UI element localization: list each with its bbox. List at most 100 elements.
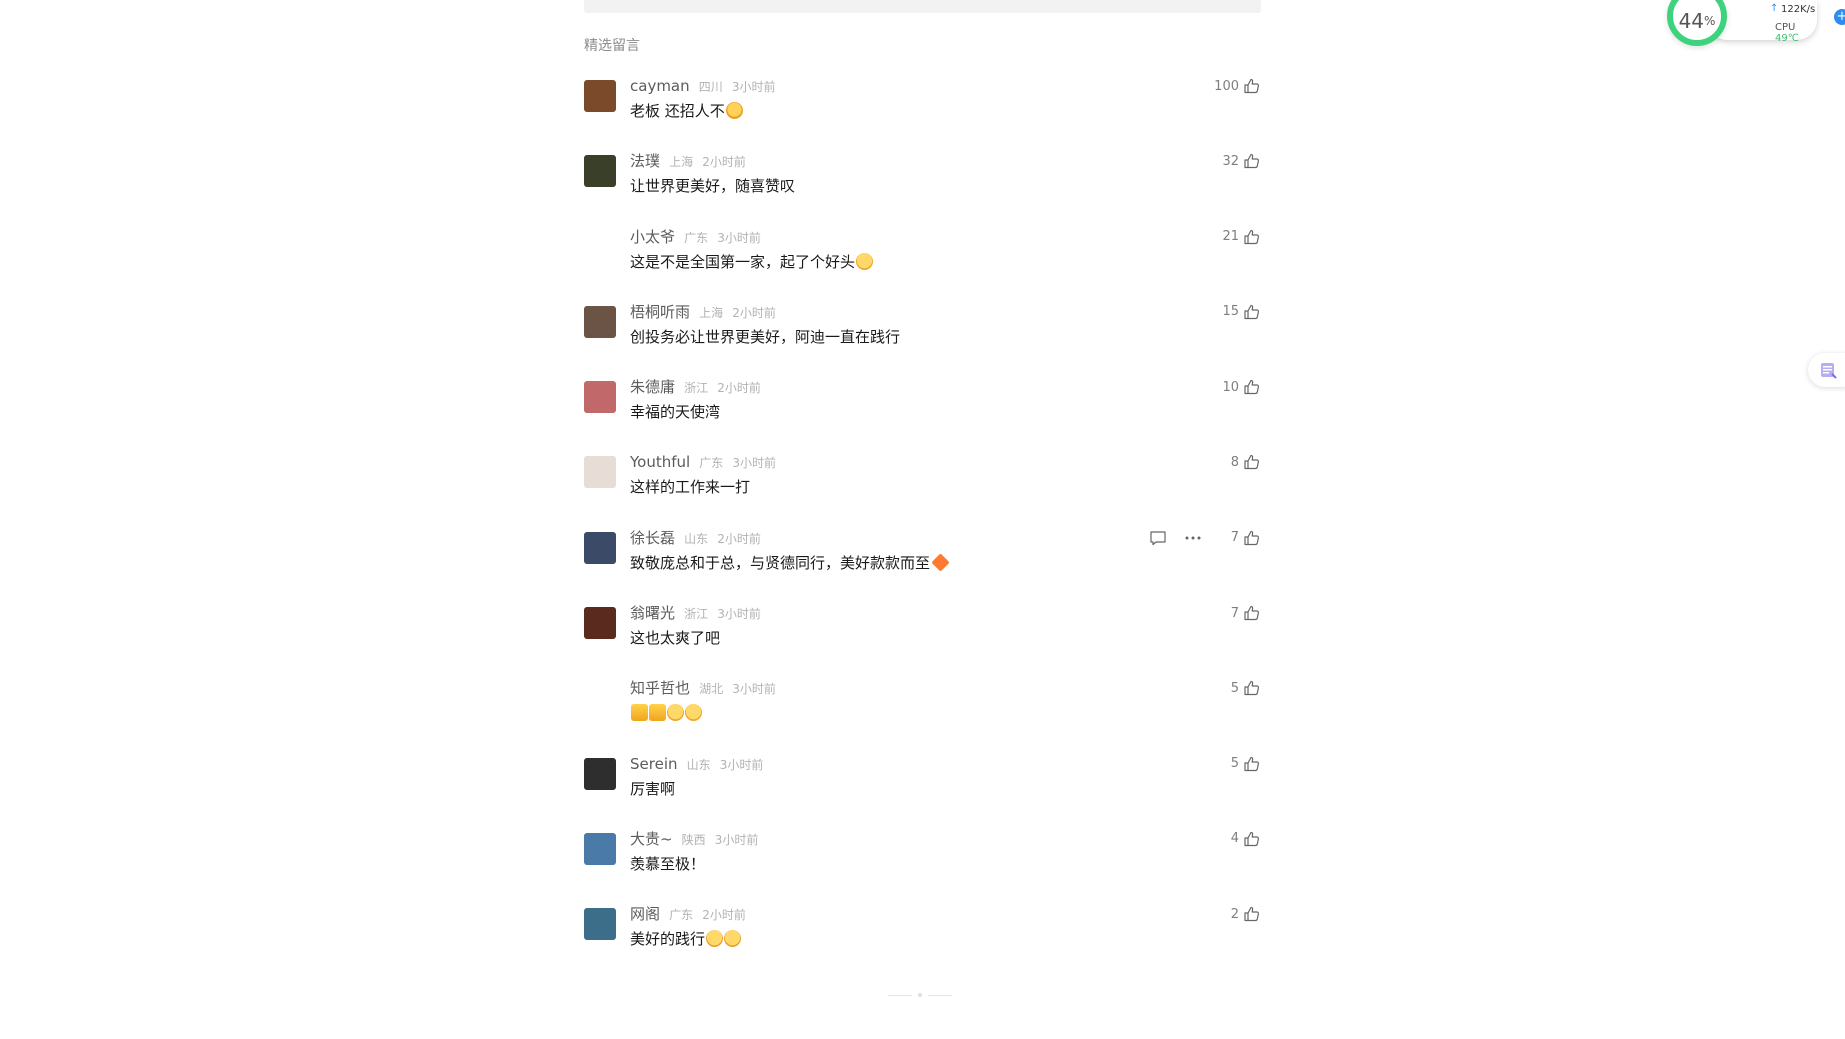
avatar[interactable] xyxy=(584,832,616,865)
avatar[interactable] xyxy=(584,305,616,338)
thumbs-up-icon xyxy=(1244,229,1260,244)
smile-emoji-icon xyxy=(667,704,684,722)
thumbs-up-emoji-icon xyxy=(631,704,648,722)
comment-item: Serein 山东 3小时前 厉害啊 5 xyxy=(584,754,1261,829)
like-button[interactable]: 32 xyxy=(1222,151,1261,171)
comment-nickname[interactable]: 朱德庸 xyxy=(630,378,675,396)
cpu-readout: CPU 49℃ xyxy=(1775,22,1817,44)
loading-indicator xyxy=(888,993,952,997)
comment-region: 上海 xyxy=(699,305,724,320)
comment-content: 这样的工作来一打 xyxy=(630,476,750,498)
thumbs-up-icon xyxy=(1244,681,1260,696)
article-bottom-bar xyxy=(584,0,1261,13)
like-button[interactable]: 21 xyxy=(1222,227,1261,247)
side-floating-tab[interactable] xyxy=(1808,353,1845,387)
comment-nickname[interactable]: 网阁 xyxy=(630,905,660,923)
like-count: 4 xyxy=(1230,831,1239,847)
like-button[interactable]: 8 xyxy=(1231,452,1261,472)
comment-meta: 知乎哲也 湖北 3小时前 xyxy=(630,678,776,699)
comment-nickname[interactable]: Youthful xyxy=(630,453,690,471)
more-icon[interactable] xyxy=(1185,536,1201,540)
comment-time: 2小时前 xyxy=(717,381,761,396)
avatar[interactable] xyxy=(584,155,616,188)
star-eyes-emoji-icon xyxy=(725,102,743,119)
comment-nickname[interactable]: 知乎哲也 xyxy=(630,679,690,697)
comment-content: 美好的践行 xyxy=(630,928,742,950)
avatar[interactable] xyxy=(584,757,616,790)
comment-meta: 大贵~ 陕西 3小时前 xyxy=(630,829,758,850)
comment-content: 这是不是全国第一家，起了个好头 xyxy=(630,251,874,273)
comment-content: 这也太爽了吧 xyxy=(630,627,720,649)
like-button[interactable]: 15 xyxy=(1222,302,1261,322)
like-button[interactable]: 5 xyxy=(1231,678,1261,698)
like-button[interactable]: 7 xyxy=(1231,528,1261,548)
like-count: 5 xyxy=(1230,680,1239,696)
plus-icon[interactable]: + xyxy=(1834,9,1845,25)
comment-nickname[interactable]: 法璞 xyxy=(630,152,660,170)
like-button[interactable]: 4 xyxy=(1231,829,1261,849)
avatar[interactable] xyxy=(584,607,616,640)
comment-item: 法璞 上海 2小时前 让世界更美好，随喜赞叹 32 xyxy=(584,151,1261,226)
comment-time: 2小时前 xyxy=(732,305,776,320)
reply-icon[interactable] xyxy=(1149,530,1167,546)
upload-arrow-icon: ↑ xyxy=(1770,3,1779,14)
comment-nickname[interactable]: cayman xyxy=(630,77,690,95)
comment-meta: Serein 山东 3小时前 xyxy=(630,754,763,775)
comment-time: 3小时前 xyxy=(717,230,761,245)
avatar[interactable] xyxy=(584,456,616,489)
page: 精选留言 cayman 四川 3小时前 老板 还招人不 100 法璞 上海 2小… xyxy=(0,0,1845,1039)
comment-text: 老板 还招人不 xyxy=(630,102,725,120)
comment-item: 翁曙光 浙江 3小时前 这也太爽了吧 7 xyxy=(584,603,1261,678)
system-monitor-widget[interactable]: ↑ 122K/s CPU 49℃ + 44% xyxy=(1667,0,1845,48)
comment-meta: 小太爷 广东 3小时前 xyxy=(630,227,761,248)
comment-region: 浙江 xyxy=(684,381,709,396)
thumbs-up-emoji-icon xyxy=(649,704,666,722)
comment-item: 大贵~ 陕西 3小时前 羡慕至极！ 4 xyxy=(584,829,1261,904)
comment-text: 创投务必让世界更美好，阿迪一直在践行 xyxy=(630,327,901,346)
thumbs-up-icon xyxy=(1244,380,1260,395)
loader-line-left xyxy=(888,994,912,996)
section-title: 精选留言 xyxy=(584,38,640,54)
like-count: 15 xyxy=(1222,304,1239,320)
comment-nickname[interactable]: 梧桐听雨 xyxy=(630,303,690,321)
like-count: 32 xyxy=(1222,153,1239,169)
cpu-temp: 49℃ xyxy=(1775,33,1799,44)
comment-nickname[interactable]: 大贵~ xyxy=(630,830,673,848)
comment-list: cayman 四川 3小时前 老板 还招人不 100 法璞 上海 2小时前 让世… xyxy=(584,76,1261,980)
comment-content: 创投务必让世界更美好，阿迪一直在践行 xyxy=(630,326,900,348)
comment-content xyxy=(630,702,702,724)
comment-item: 朱德庸 浙江 2小时前 幸福的天使湾 10 xyxy=(584,377,1261,452)
avatar[interactable] xyxy=(584,80,616,112)
memory-usage-ring[interactable]: 44% xyxy=(1667,0,1727,46)
comment-text: 幸福的天使湾 xyxy=(630,403,721,422)
comment-region: 陕西 xyxy=(681,832,706,847)
comment-time: 3小时前 xyxy=(731,80,776,94)
comment-nickname[interactable]: 翁曙光 xyxy=(630,604,675,622)
avatar[interactable] xyxy=(584,231,616,263)
avatar[interactable] xyxy=(584,908,616,941)
avatar[interactable] xyxy=(584,381,616,414)
like-button[interactable]: 100 xyxy=(1214,76,1261,96)
comment-item: Youthful 广东 3小时前 这样的工作来一打 8 xyxy=(584,452,1261,527)
avatar[interactable] xyxy=(584,682,616,715)
comment-content: 幸福的天使湾 xyxy=(630,401,720,423)
comment-nickname[interactable]: 徐长磊 xyxy=(630,529,675,547)
comment-item: 小太爷 广东 3小时前 这是不是全国第一家，起了个好头 21 xyxy=(584,227,1261,302)
grin-emoji-icon xyxy=(724,930,742,948)
notes-icon xyxy=(1821,363,1837,379)
comment-meta: 朱德庸 浙江 2小时前 xyxy=(630,377,761,398)
comment-nickname[interactable]: Serein xyxy=(630,755,678,773)
thumbs-up-icon xyxy=(1244,154,1260,169)
usage-percent: 44 xyxy=(1678,9,1705,33)
comment-text: 致敬庞总和于总，与贤德同行，美好款款而至 xyxy=(630,553,931,572)
comment-nickname[interactable]: 小太爷 xyxy=(630,228,675,246)
comment-time: 2小时前 xyxy=(702,155,746,170)
like-button[interactable]: 2 xyxy=(1231,904,1261,924)
comment-meta: 法璞 上海 2小时前 xyxy=(630,151,746,172)
like-button[interactable]: 7 xyxy=(1231,603,1261,623)
avatar[interactable] xyxy=(584,531,616,564)
comment-text: 美好的践行 xyxy=(630,930,706,949)
like-button[interactable]: 5 xyxy=(1231,754,1261,774)
like-button[interactable]: 10 xyxy=(1222,377,1261,397)
comment-region: 广东 xyxy=(699,456,724,471)
